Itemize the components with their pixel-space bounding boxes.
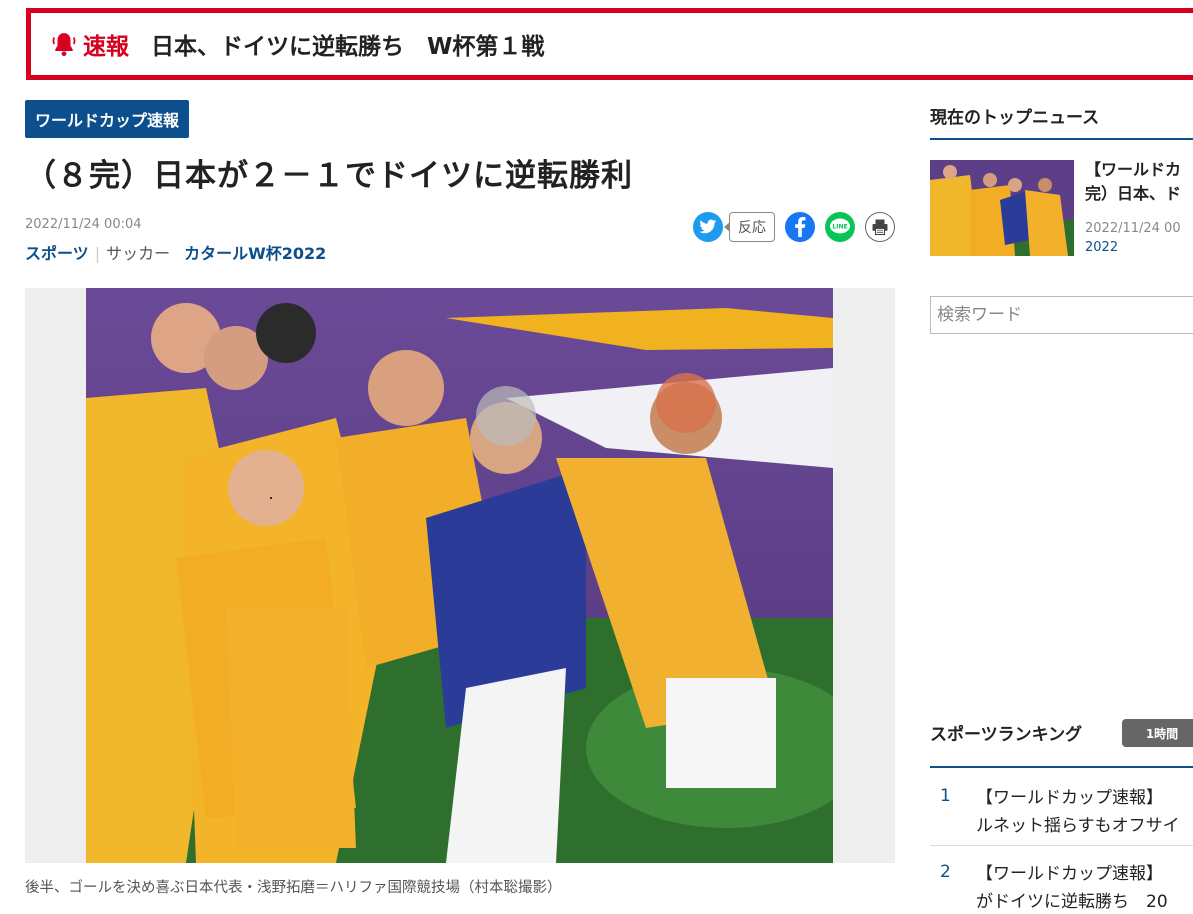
- article-photo[interactable]: [86, 288, 833, 863]
- line-share-button[interactable]: LINE: [825, 212, 855, 242]
- top-news-thumbnail[interactable]: [930, 160, 1074, 256]
- print-button[interactable]: [865, 212, 895, 242]
- facebook-share-button[interactable]: [785, 212, 815, 242]
- top-news-title[interactable]: 【ワールドカ 完）日本、ド: [1085, 158, 1193, 206]
- top-news-title-line1: 【ワールドカ: [1085, 160, 1182, 179]
- divider: |: [94, 244, 101, 263]
- top-news-title-line2: 完）日本、ド: [1085, 184, 1182, 203]
- ranking-title-line1: 【ワールドカップ速報】: [976, 788, 1163, 808]
- article-photo-frame: [25, 288, 895, 863]
- celebration-photo-image: [86, 288, 833, 863]
- ranking-item[interactable]: 1 【ワールドカップ速報】 ルネット揺らすもオフサイ: [930, 770, 1193, 846]
- ranking-number: 1: [940, 786, 951, 806]
- reaction-button[interactable]: 反応: [724, 212, 775, 242]
- top-news-date: 2022/11/24 00 2022: [1085, 219, 1181, 257]
- top-news-date-text: 2022/11/24 00: [1085, 221, 1181, 236]
- ranking-item[interactable]: 2 【ワールドカップ速報】 がドイツに逆転勝ち 20: [930, 846, 1193, 914]
- search-input[interactable]: [931, 297, 1193, 333]
- breaking-label: 速報: [83, 34, 129, 60]
- twitter-icon: [699, 219, 717, 234]
- article: ワールドカップ速報 （８完）日本が２－１でドイツに逆転勝利 2022/11/24…: [25, 100, 895, 896]
- ranking-title-line1: 【ワールドカップ速報】: [976, 864, 1163, 884]
- printer-icon: [872, 219, 888, 236]
- facebook-icon: [795, 217, 806, 237]
- ranking-heading: スポーツランキング: [930, 725, 1083, 745]
- category-tag[interactable]: ワールドカップ速報: [25, 100, 190, 138]
- article-meta: 2022/11/24 00:04 スポーツ | サッカー カタールW杯2022 反応 …: [25, 212, 895, 267]
- divider: [930, 138, 1193, 140]
- ranking-tab-1hour[interactable]: 1時間: [1122, 719, 1193, 747]
- twitter-share-button[interactable]: [693, 212, 723, 242]
- photo-caption: 後半、ゴールを決め喜ぶ日本代表・浅野拓磨＝ハリファ国際競技場（村本聡撮影）: [25, 880, 562, 896]
- category-links: スポーツ | サッカー カタールW杯2022: [25, 240, 895, 264]
- thumbnail-image: [930, 160, 1074, 256]
- category-link-sports[interactable]: スポーツ: [25, 244, 89, 263]
- category-link-soccer[interactable]: サッカー: [106, 244, 170, 263]
- article-headline: （８完）日本が２－１でドイツに逆転勝利: [25, 158, 633, 194]
- bell-icon: [52, 33, 76, 57]
- top-news-heading: 現在のトップニュース: [930, 108, 1100, 128]
- ranking-title-line2: ルネット揺らすもオフサイ: [976, 816, 1180, 836]
- breaking-headline[interactable]: 日本、ドイツに逆転勝ち W杯第１戦: [151, 27, 544, 61]
- divider: [930, 766, 1193, 768]
- share-buttons: 反応 LINE: [693, 212, 895, 242]
- top-news-category[interactable]: 2022: [1085, 238, 1181, 257]
- svg-text:LINE: LINE: [832, 224, 847, 231]
- breaking-news-banner[interactable]: 速報 日本、ドイツに逆転勝ち W杯第１戦: [26, 8, 1193, 80]
- category-link-worldcup[interactable]: カタールW杯2022: [184, 244, 326, 263]
- search-box: [930, 296, 1193, 334]
- ranking-title: 【ワールドカップ速報】 ルネット揺らすもオフサイ: [976, 784, 1193, 840]
- ranking-title-line2: がドイツに逆転勝ち 20: [976, 892, 1168, 912]
- ranking-title: 【ワールドカップ速報】 がドイツに逆転勝ち 20: [976, 860, 1193, 914]
- line-icon: LINE: [830, 218, 850, 234]
- ranking-number: 2: [940, 862, 951, 882]
